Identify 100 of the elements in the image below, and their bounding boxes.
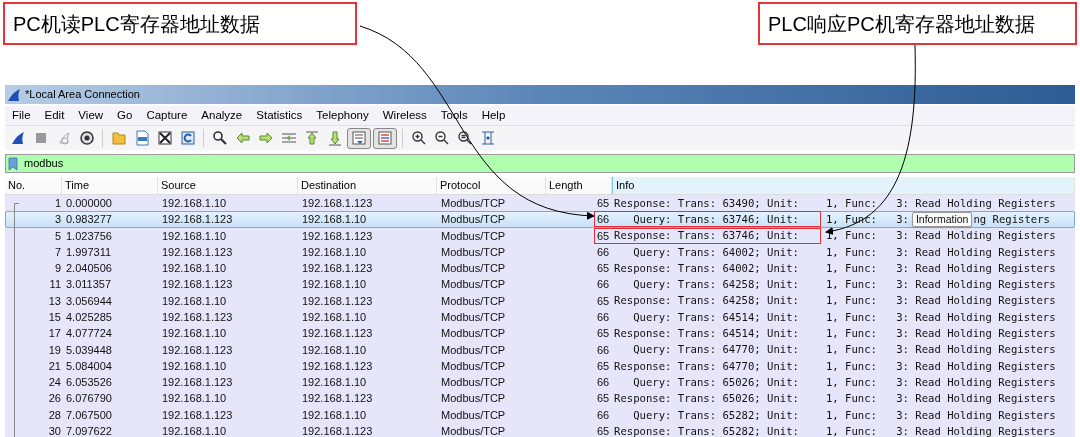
table-cell-text: 192.168.1.123 [161, 375, 234, 391]
table-cell-text: Modbus/TCP [440, 407, 507, 423]
table-cell-text: Modbus/TCP [440, 424, 507, 437]
table-cell-text: 192.168.1.10 [161, 391, 228, 407]
table-cell-text: 66 [596, 310, 610, 325]
packet-row[interactable]: 17 4.077724 192.168.1.10 192.168.1.123 Modbus/TCP 65 Response: Trans: 64514; Unit: 1, Func: 3: Read Holding Registers [5, 325, 1075, 342]
table-cell: 1, Func: 3: Read Holding Registers [825, 262, 1056, 274]
table-cell-text: Modbus/TCP [440, 261, 507, 277]
table-cell: 1, Func: 3: Read Holding Registers [825, 328, 1056, 339]
packet-row[interactable]: 24 6.053526 192.168.1.123 192.168.1.10 Modbus/TCP 66 Query: Trans: 65026; Unit: 1, Func: 3: Read Holding Registers [5, 374, 1075, 391]
table-cell-text: 7.067500 [65, 407, 113, 423]
table-cell: 1, Func: 3: Read Holding Registers [825, 295, 1056, 307]
column-header[interactable]: Info [612, 177, 1075, 194]
table-cell-text: 66 [596, 375, 610, 391]
table-cell-text: 65 [596, 195, 610, 211]
zoom-in-icon [410, 130, 427, 146]
menu-item[interactable]: Edit [37, 106, 72, 125]
table-cell-text: 5.039448 [65, 342, 113, 358]
menu-item[interactable]: Capture [139, 106, 195, 125]
menu-item[interactable]: View [71, 106, 111, 125]
table-cell: Response: Trans: 63746; Unit: [614, 230, 799, 242]
table-cell-text: Modbus/TCP [440, 212, 507, 228]
table-cell-text: Query: Trans: 65282; Unit: [632, 409, 799, 421]
table-cell-text: ng Registers [973, 211, 1050, 227]
table-cell-text: 192.168.1.10 [301, 310, 368, 325]
column-header[interactable]: Destination [298, 177, 437, 194]
table-cell-text: 66 [596, 212, 610, 228]
table-cell-text: Query: Trans: 63746; Unit: [632, 213, 799, 225]
packet-row[interactable]: 28 7.067500 192.168.1.123 192.168.1.10 Modbus/TCP 66 Query: Trans: 65282; Unit: 1, Func: 3: Read Holding Registers [5, 406, 1075, 424]
packet-row[interactable]: 13 3.056944 192.168.1.10 192.168.1.123 Modbus/TCP 65 Response: Trans: 64258; Unit: 1, Func: 3: Read Holding Registers [5, 292, 1075, 310]
table-cell-text: Query: Trans: 64258; Unit: [632, 279, 799, 291]
table-cell-text: 192.168.1.10 [301, 244, 368, 260]
resize-columns-icon [479, 130, 496, 146]
packet-row[interactable]: 19 5.039448 192.168.1.123 192.168.1.10 Modbus/TCP 66 Query: Trans: 64770; Unit: 1, Func: 3: Read Holding Registers [5, 341, 1075, 358]
table-cell-text: 3.011357 [65, 277, 113, 293]
packet-row[interactable]: 1 0.000000 192.168.1.10 192.168.1.123 Modbus/TCP 65 Response: Trans: 63490; Unit: 1, Func: 3: Read Holding Registers [5, 195, 1075, 212]
table-cell-text: 192.168.1.10 [301, 277, 368, 293]
table-cell-text: Query: Trans: 64514; Unit: [632, 311, 799, 323]
packet-row[interactable]: 15 4.025285 192.168.1.123 192.168.1.10 Modbus/TCP 66 Query: Trans: 64514; Unit: 1, Func: 3: Read Holding Registers [5, 309, 1075, 326]
display-filter-field[interactable]: modbus [5, 154, 1075, 173]
table-cell-text: Modbus/TCP [440, 342, 507, 358]
packet-row[interactable]: 30 7.097622 192.168.1.10 192.168.1.123 Modbus/TCP 65 Response: Trans: 65282; Unit: 1, Func: 3: Read Holding Registers [5, 423, 1075, 437]
table-cell-text: 192.168.1.10 [301, 407, 368, 423]
table-cell-text: 4.025285 [65, 310, 113, 325]
table-cell-text: 192.168.1.123 [161, 244, 234, 260]
table-cell-text: 4.077724 [65, 326, 113, 342]
menu-item[interactable]: Statistics [249, 106, 310, 125]
menu-item[interactable]: Help [474, 106, 513, 125]
table-cell-text: 7 [53, 244, 62, 260]
table-cell-text: 65 [596, 391, 610, 407]
table-cell-text: 192.168.1.10 [161, 195, 228, 211]
menu-item[interactable]: File [5, 106, 38, 125]
column-header[interactable]: Protocol [437, 177, 546, 194]
callout-label: PLC响应PC机寄存器地址数据 [758, 2, 1077, 45]
column-header[interactable]: Source [158, 177, 298, 194]
table-cell-text: 0.000000 [65, 195, 113, 211]
table-cell-text: 192.168.1.123 [301, 261, 374, 277]
column-header[interactable]: Time [62, 177, 158, 194]
table-cell: 1, Func: 3: Read Holding Registers [825, 344, 1056, 356]
packet-row[interactable]: 7 1.997311 192.168.1.123 192.168.1.10 Modbus/TCP 66 Query: Trans: 64002; Unit: 1, Func: 3: Read Holding Registers [5, 243, 1075, 261]
filter-text: modbus [24, 156, 64, 172]
table-cell-text: 30 [47, 424, 62, 437]
zoom-out-icon [433, 130, 450, 146]
window-title: *Local Area Connection [25, 87, 140, 103]
packet-row[interactable]: 11 3.011357 192.168.1.123 192.168.1.10 Modbus/TCP 66 Query: Trans: 64258; Unit: 1, Func: 3: Read Holding Registers [5, 276, 1075, 293]
table-cell-text: 65 [596, 326, 610, 342]
table-cell-text: 1.023756 [65, 228, 113, 244]
menu-item[interactable]: Telephony [309, 106, 376, 125]
table-cell: 1, Func: 3: Read Holding Registers [825, 360, 1056, 372]
packet-row[interactable]: 21 5.084004 192.168.1.10 192.168.1.123 Modbus/TCP 65 Response: Trans: 64770; Unit: 1, Func: 3: Read Holding Registers [5, 357, 1075, 375]
table-cell-text: 0.983277 [65, 212, 113, 228]
table-cell-text: 66 [596, 244, 610, 260]
menu-item[interactable]: Go [110, 106, 140, 125]
table-cell: Response: Trans: 65026; Unit: [614, 393, 799, 405]
up-arrow-icon [303, 130, 320, 146]
table-cell-text: 5.084004 [65, 358, 113, 374]
table-cell-text: 9 [53, 261, 62, 277]
table-cell-text: 3 [53, 212, 62, 228]
menu-item[interactable]: Tools [433, 106, 475, 125]
tooltip: Information [911, 211, 973, 227]
go-to-packet-icon [280, 130, 297, 146]
table-cell-text: 192.168.1.123 [301, 326, 374, 342]
column-header[interactable]: No. [5, 177, 62, 194]
menu-item[interactable]: Analyze [194, 106, 250, 125]
table-cell-text: 65 [596, 261, 610, 277]
menu-item[interactable]: Wireless [375, 106, 434, 125]
down-arrow-icon [326, 130, 343, 146]
table-cell-text: 192.168.1.10 [301, 375, 368, 391]
document-icon [133, 130, 150, 146]
table-cell-text: 192.168.1.123 [301, 424, 374, 437]
table-cell-text: 1 [53, 195, 62, 211]
packet-row[interactable]: 9 2.040506 192.168.1.10 192.168.1.123 Modbus/TCP 65 Response: Trans: 64002; Unit: 1, Func: 3: Read Holding Registers [5, 260, 1075, 277]
table-cell-text: 2.040506 [65, 261, 113, 277]
table-cell-text: 13 [47, 293, 62, 309]
table-cell-text: 15 [47, 310, 62, 325]
close-document-icon [156, 130, 173, 146]
reload-icon [179, 130, 196, 146]
table-cell-text: 1.997311 [65, 244, 113, 260]
table-cell: Response: Trans: 64002; Unit: [614, 262, 799, 274]
packet-row[interactable]: 26 6.076790 192.168.1.10 192.168.1.123 Modbus/TCP 65 Response: Trans: 65026; Unit: 1, Func: 3: Read Holding Registers [5, 390, 1075, 407]
